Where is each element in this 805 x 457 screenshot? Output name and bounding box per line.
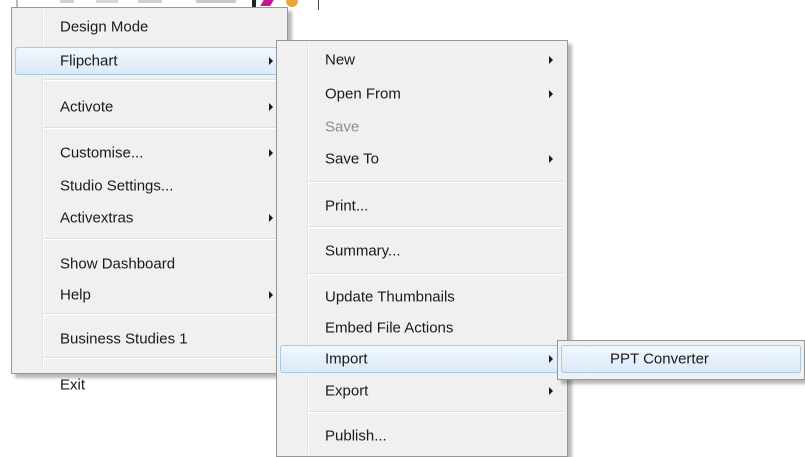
menu-item-ppt-converter[interactable]: PPT Converter — [561, 345, 801, 373]
menu-item-print[interactable]: Print... — [280, 192, 564, 220]
menu-item-show-dashboard[interactable]: Show Dashboard — [15, 250, 284, 278]
menu-item-label: Save — [325, 118, 360, 136]
toolbar-fragment — [96, 0, 118, 3]
menu-item-label: Help — [60, 286, 91, 304]
menu-item-label: Publish... — [325, 427, 387, 445]
menu-item-label: Import — [325, 350, 368, 368]
menu-item-label: New — [325, 51, 356, 69]
menu-item-label: Flipchart — [60, 52, 118, 70]
menu-item-label: Open From — [325, 85, 401, 103]
menu-item-label: Activote — [60, 98, 114, 116]
menu-separator — [43, 357, 284, 359]
submenu-arrow-icon — [269, 291, 273, 299]
menu-item-label: Design Mode — [60, 18, 149, 36]
menu-item-studio-settings[interactable]: Studio Settings... — [15, 172, 284, 200]
highlighter-icon[interactable] — [260, 0, 274, 6]
submenu-arrow-icon — [549, 90, 553, 98]
menu-separator — [308, 226, 564, 228]
menu-item-business-studies[interactable]: Business Studies 1 — [15, 325, 284, 353]
submenu-arrow-icon — [269, 103, 273, 111]
menu-item-exit[interactable]: Exit — [15, 371, 284, 399]
menu-item-save-to[interactable]: Save To — [280, 145, 564, 173]
menu-item-label: Update Thumbnails — [325, 288, 455, 306]
main-menu: Design Mode Flipchart Activote Customise… — [11, 7, 288, 394]
submenu-arrow-icon — [269, 214, 273, 222]
menu-item-save: Save — [280, 113, 564, 141]
menu-item-customise[interactable]: Customise... — [15, 139, 284, 167]
menu-item-update-thumbnails[interactable]: Update Thumbnails — [280, 283, 564, 311]
menu-separator — [43, 238, 284, 240]
menu-item-label: Customise... — [60, 144, 144, 162]
toolbar-divider — [318, 0, 319, 10]
menu-item-label: Business Studies 1 — [60, 330, 188, 348]
submenu-arrow-icon — [269, 149, 273, 157]
menu-item-new[interactable]: New — [280, 46, 564, 74]
menu-item-label: Show Dashboard — [60, 255, 176, 273]
menu-item-export[interactable]: Export — [280, 377, 564, 405]
menu-item-label: Save To — [325, 150, 379, 168]
menu-item-activextras[interactable]: Activextras — [15, 204, 284, 232]
brush-icon[interactable] — [286, 0, 298, 7]
menu-item-import[interactable]: Import — [280, 345, 564, 373]
menu-separator — [43, 79, 284, 81]
submenu-arrow-icon — [549, 155, 553, 163]
toolbar-fragment — [16, 0, 18, 7]
menu-item-label: Print... — [325, 197, 369, 215]
menu-item-publish[interactable]: Publish... — [280, 422, 564, 450]
menu-item-label: PPT Converter — [610, 350, 709, 368]
toolbar-fragment — [196, 0, 236, 3]
submenu-arrow-icon — [549, 56, 553, 64]
menu-separator — [308, 181, 564, 183]
menu-separator — [43, 313, 284, 315]
menu-item-label: Summary... — [325, 242, 401, 260]
menu-item-embed-file-actions[interactable]: Embed File Actions — [280, 314, 564, 342]
menu-separator — [43, 127, 284, 129]
flipchart-submenu: New Open From Save Save To Print... Summ… — [276, 40, 568, 457]
submenu-arrow-icon — [549, 387, 553, 395]
toolbar-fragment — [138, 0, 162, 3]
menu-separator — [308, 273, 564, 275]
menu-item-label: Export — [325, 382, 369, 400]
menu-item-summary[interactable]: Summary... — [280, 237, 564, 265]
menu-separator — [308, 411, 564, 413]
menu-item-label: Embed File Actions — [325, 319, 454, 337]
menu-item-open-from[interactable]: Open From — [280, 80, 564, 108]
menu-item-label: Activextras — [60, 209, 134, 227]
menu-item-label: Studio Settings... — [60, 177, 174, 195]
menu-item-flipchart[interactable]: Flipchart — [15, 47, 284, 75]
submenu-arrow-icon — [269, 57, 273, 65]
toolbar-fragment — [60, 0, 74, 3]
menu-item-design-mode[interactable]: Design Mode — [15, 13, 284, 41]
menu-item-help[interactable]: Help — [15, 281, 284, 309]
menu-item-label: Exit — [60, 376, 86, 394]
menu-item-activote[interactable]: Activote — [15, 93, 284, 121]
import-submenu: PPT Converter — [557, 340, 805, 380]
submenu-arrow-icon — [549, 355, 553, 363]
